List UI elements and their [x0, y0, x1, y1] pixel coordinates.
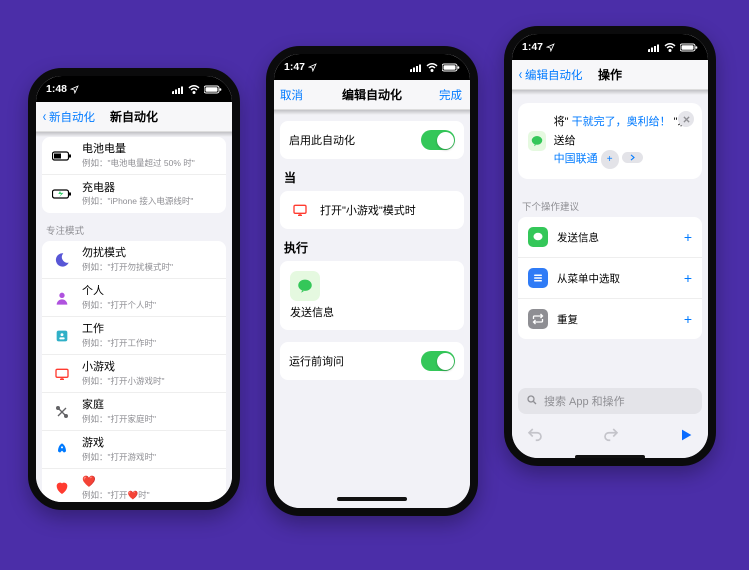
- wifi-icon: [664, 43, 676, 52]
- status-time: 1:48: [46, 83, 67, 95]
- battery-icon: [204, 85, 222, 94]
- focus-person[interactable]: 个人 例如："打开个人时": [42, 279, 226, 317]
- home-indicator[interactable]: [337, 497, 407, 501]
- chevron-left-icon: ‹: [519, 67, 523, 82]
- repeat-icon: [528, 309, 548, 329]
- when-condition[interactable]: 打开"小游戏"模式时: [280, 191, 464, 229]
- focus-work[interactable]: 工作 例如："打开工作时": [42, 317, 226, 355]
- status-time: 1:47: [284, 61, 305, 73]
- redo-button[interactable]: [602, 426, 620, 447]
- page-title: 新自动化: [110, 108, 158, 125]
- suggestion-choose-from-menu[interactable]: 从菜单中选取 +: [518, 258, 702, 299]
- battery-icon: [680, 43, 698, 52]
- home-indicator[interactable]: [575, 455, 645, 459]
- suggestion-send-message[interactable]: 发送信息 +: [518, 217, 702, 258]
- status-bar: 1:47: [512, 34, 708, 60]
- run-button[interactable]: [678, 427, 694, 446]
- trigger-battery[interactable]: 电池电量 例如："电池电量超过 50% 时": [42, 137, 226, 175]
- location-icon: [308, 63, 317, 72]
- switch-icon[interactable]: [421, 130, 455, 150]
- back-button[interactable]: ‹ 新自动化: [42, 102, 95, 131]
- undo-button[interactable]: [526, 426, 544, 447]
- scroll-content[interactable]: 将" 干就完了，奥利给！ "发送给 中国联通 + 下个操作建议 发送信息 +: [512, 95, 708, 463]
- switch-icon[interactable]: [421, 351, 455, 371]
- heading-run: 执行: [274, 229, 470, 261]
- display-icon: [51, 363, 73, 385]
- done-button[interactable]: 完成: [439, 80, 462, 109]
- status-bar: 1:48: [36, 76, 232, 102]
- action-label: 发送信息: [290, 304, 454, 320]
- nav-bar: ‹ 编辑自动化 操作: [512, 60, 708, 90]
- page-title: 操作: [598, 66, 622, 83]
- nav-bar: 取消 编辑自动化 完成: [274, 80, 470, 110]
- search-icon: [526, 394, 538, 409]
- bottom-toolbar: [512, 422, 708, 451]
- scroll-content[interactable]: 电池电量 例如："电池电量超过 50% 时" 充电器 例如："iPhone 接入…: [36, 137, 232, 507]
- chevron-left-icon: ‹: [43, 109, 47, 124]
- messages-app-icon: [528, 131, 546, 151]
- toggle-ask-before-run[interactable]: 运行前询问: [280, 342, 464, 380]
- cancel-button[interactable]: 取消: [280, 80, 303, 109]
- focus-minigame[interactable]: 小游戏 例如："打开小游戏时": [42, 355, 226, 393]
- location-icon: [70, 85, 79, 94]
- heart-icon: [51, 477, 73, 499]
- location-icon: [546, 43, 555, 52]
- focus-home[interactable]: 家庭 例如："打开家庭时": [42, 393, 226, 431]
- scroll-content[interactable]: 启用此自动化 当 打开"小游戏"模式时 执行 发送信息 运行前询问: [274, 115, 470, 513]
- charger-icon: [51, 183, 73, 205]
- focus-game[interactable]: 游戏 例如："打开游戏时": [42, 431, 226, 469]
- person-icon: [51, 287, 73, 309]
- heading-when: 当: [274, 159, 470, 191]
- display-icon: [289, 199, 311, 221]
- wifi-icon: [188, 85, 200, 94]
- message-text-param[interactable]: 干就完了，奥利给！: [572, 116, 671, 128]
- toggle-enable[interactable]: 启用此自动化: [280, 121, 464, 159]
- status-bar: 1:47: [274, 54, 470, 80]
- moon-icon: [51, 249, 73, 271]
- messages-app-icon: [290, 271, 320, 301]
- action-card-send-message[interactable]: 将" 干就完了，奥利给！ "发送给 中国联通 +: [518, 103, 702, 179]
- menu-icon: [528, 268, 548, 288]
- recipient-param[interactable]: 中国联通: [554, 153, 598, 165]
- phone-new-automation: 1:48 ‹ 新自动化 新自动化: [28, 68, 240, 510]
- search-input[interactable]: 搜索 App 和操作: [518, 388, 702, 414]
- action-description: 将" 干就完了，奥利给！ "发送给 中国联通 +: [554, 113, 692, 169]
- plus-icon: +: [684, 271, 692, 285]
- phone-edit-automation: 1:47 取消 编辑自动化 完: [266, 46, 478, 516]
- expand-chip[interactable]: [622, 152, 643, 163]
- messages-app-icon: [528, 227, 548, 247]
- phone-actions: 1:47 ‹ 编辑自动化 操作: [504, 26, 716, 466]
- add-recipient-chip[interactable]: +: [601, 150, 619, 169]
- plus-icon: +: [684, 312, 692, 326]
- status-time: 1:47: [522, 41, 543, 53]
- battery-level-icon: [51, 145, 73, 167]
- rocket-icon: [51, 439, 73, 461]
- action-send-message[interactable]: 发送信息: [280, 261, 464, 330]
- badge-icon: [51, 325, 73, 347]
- plus-icon: +: [684, 230, 692, 244]
- focus-heart[interactable]: ❤️ 例如："打开❤️时": [42, 469, 226, 507]
- suggestions-header: 下个操作建议: [512, 189, 708, 217]
- suggestion-repeat[interactable]: 重复 +: [518, 299, 702, 339]
- remove-action-button[interactable]: [678, 111, 694, 127]
- battery-icon: [442, 63, 460, 72]
- page-title: 编辑自动化: [342, 86, 402, 103]
- focus-dnd[interactable]: 勿扰模式 例如："打开勿扰模式时": [42, 241, 226, 279]
- nav-bar: ‹ 新自动化 新自动化: [36, 102, 232, 132]
- wifi-icon: [426, 63, 438, 72]
- back-button[interactable]: ‹ 编辑自动化: [518, 60, 583, 89]
- tools-icon: [51, 401, 73, 423]
- search-placeholder: 搜索 App 和操作: [544, 393, 625, 409]
- section-header-focus: 专注模式: [36, 213, 232, 241]
- back-label: 新自动化: [49, 109, 95, 125]
- trigger-charger[interactable]: 充电器 例如："iPhone 接入电源线时": [42, 175, 226, 213]
